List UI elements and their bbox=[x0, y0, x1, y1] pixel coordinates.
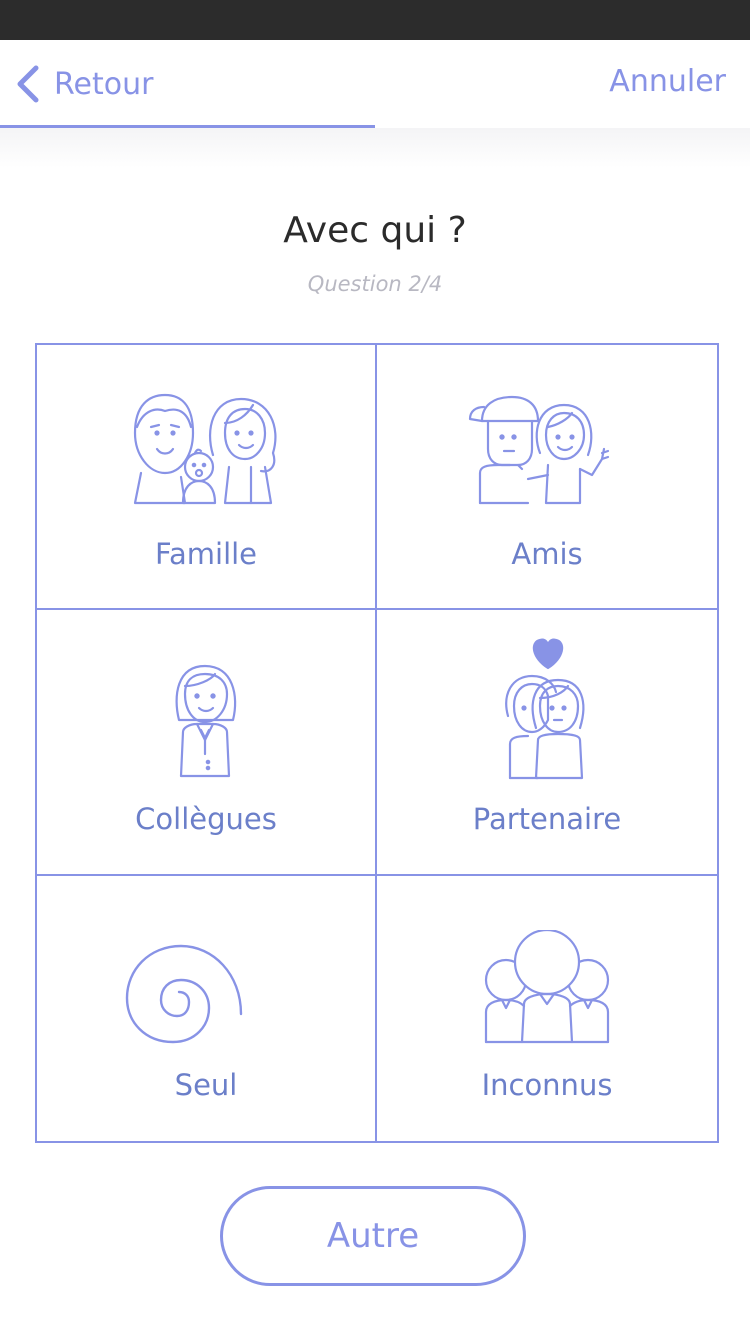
status-bar bbox=[0, 0, 750, 40]
crowd-icon bbox=[462, 928, 632, 1060]
cancel-button[interactable]: Annuler bbox=[609, 64, 726, 99]
option-seul[interactable]: Seul bbox=[37, 875, 377, 1141]
option-label: Amis bbox=[511, 537, 583, 571]
spiral-icon bbox=[121, 942, 291, 1072]
option-inconnus[interactable]: Inconnus bbox=[377, 876, 717, 1141]
nav-bar: Retour Annuler bbox=[0, 40, 750, 128]
chevron-left-icon bbox=[17, 65, 39, 103]
back-label: Retour bbox=[54, 66, 154, 102]
friends-icon bbox=[462, 393, 632, 523]
option-partenaire[interactable]: Partenaire bbox=[377, 610, 717, 876]
other-button[interactable]: Autre bbox=[220, 1186, 526, 1286]
colleague-icon bbox=[121, 658, 291, 788]
nav-shadow bbox=[0, 128, 750, 168]
option-label: Famille bbox=[154, 537, 258, 571]
option-label: Seul bbox=[174, 1067, 238, 1102]
couple-heart-icon bbox=[462, 636, 632, 786]
option-amis[interactable]: Amis bbox=[377, 345, 717, 611]
option-label: Collègues bbox=[135, 802, 277, 837]
page-title: Avec qui ? bbox=[283, 210, 467, 251]
question-counter: Question 2/4 bbox=[307, 272, 443, 296]
options-grid: Famille Amis Collègues Partenaire Seul I… bbox=[35, 343, 719, 1143]
back-button[interactable]: Retour bbox=[14, 62, 153, 106]
family-icon bbox=[121, 393, 291, 523]
option-collegues[interactable]: Collègues bbox=[37, 610, 377, 876]
option-label: Partenaire bbox=[472, 802, 622, 837]
other-button-label: Autre bbox=[326, 1216, 420, 1256]
option-famille[interactable]: Famille bbox=[37, 345, 377, 611]
option-label: Inconnus bbox=[481, 1067, 613, 1102]
